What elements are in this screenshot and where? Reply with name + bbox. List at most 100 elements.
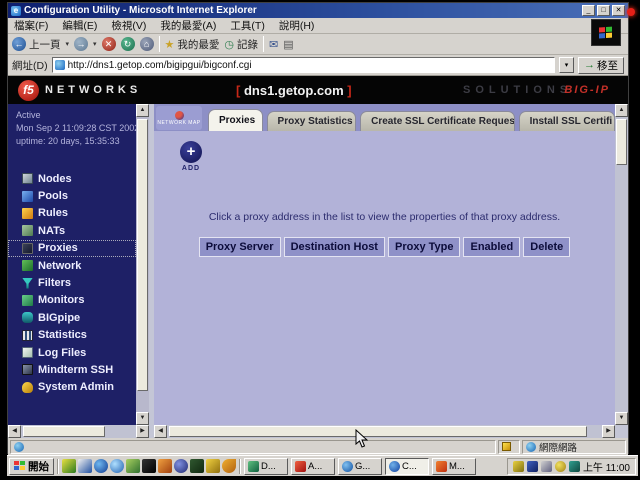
scroll-right-arrow[interactable]: ▶ xyxy=(602,425,615,438)
scrollbar-thumb[interactable] xyxy=(137,119,148,391)
history-button[interactable]: ◷ 記錄 xyxy=(224,37,258,52)
scroll-down-arrow[interactable]: ▼ xyxy=(615,412,628,425)
column-proxy-server[interactable]: Proxy Server xyxy=(199,237,281,257)
scroll-up-arrow[interactable]: ▲ xyxy=(136,104,149,117)
sidebar-item-network[interactable]: Network xyxy=(8,257,136,274)
network-map-button[interactable]: NETWORK MAP xyxy=(156,106,202,130)
stop-button[interactable]: ✕ xyxy=(102,37,116,51)
sidebar-item-rules[interactable]: Rules xyxy=(8,205,136,222)
favorites-button[interactable]: ★ 我的最愛 xyxy=(165,37,220,52)
scrollbar-thumb[interactable] xyxy=(616,119,627,165)
home-button[interactable]: ⌂ xyxy=(140,37,154,51)
task-button-2[interactable]: A... xyxy=(291,458,335,475)
tab-proxy-statistics[interactable]: Proxy Statistics xyxy=(267,111,357,131)
address-dropdown[interactable]: ▾ xyxy=(559,57,574,73)
mail-button[interactable]: ✉ xyxy=(269,38,278,51)
system-tray: 上午 11:00 xyxy=(507,458,636,475)
quick-launch-icon[interactable] xyxy=(222,459,236,473)
start-button[interactable]: 開始 xyxy=(9,458,54,475)
scrollbar-thumb[interactable] xyxy=(23,426,105,437)
browser-window: e Configuration Utility - Microsoft Inte… xyxy=(7,2,629,454)
proxy-table-header: Proxy Server Destination Host Proxy Type… xyxy=(154,237,615,257)
column-enabled[interactable]: Enabled xyxy=(463,237,520,257)
tray-icon[interactable] xyxy=(555,461,566,472)
sidebar-vertical-scrollbar[interactable]: ▲ ▼ xyxy=(136,104,149,425)
forward-dropdown[interactable]: ▾ xyxy=(93,40,97,48)
f5-header: f5 NETWORKS [ dns1.getop.com ] SOLUTIONS… xyxy=(8,76,628,104)
quick-launch-icon[interactable] xyxy=(206,459,220,473)
scroll-up-arrow[interactable]: ▲ xyxy=(615,104,628,117)
tab-create-ssl-certificate-request[interactable]: Create SSL Certificate Request xyxy=(360,111,514,131)
quick-launch-icon[interactable] xyxy=(142,459,156,473)
sidebar-item-pools[interactable]: Pools xyxy=(8,187,136,204)
tray-icon[interactable] xyxy=(513,461,524,472)
sidebar-item-log-files[interactable]: Log Files xyxy=(8,344,136,361)
minimize-button[interactable]: _ xyxy=(582,5,595,16)
close-button[interactable]: ✕ xyxy=(612,5,625,16)
back-dropdown[interactable]: ▾ xyxy=(66,40,70,48)
column-delete[interactable]: Delete xyxy=(523,237,570,257)
tray-icon[interactable] xyxy=(527,461,538,472)
record-indicator-dot xyxy=(627,8,635,16)
task-button-4-active[interactable]: C... xyxy=(385,458,429,475)
quick-launch-icon[interactable] xyxy=(174,459,188,473)
quick-launch-icon[interactable] xyxy=(78,459,92,473)
quick-launch-icon[interactable] xyxy=(94,459,108,473)
sidebar-item-monitors[interactable]: Monitors xyxy=(8,292,136,309)
tray-icon[interactable] xyxy=(541,461,552,472)
maximize-button[interactable]: □ xyxy=(597,5,610,16)
task-icon xyxy=(389,461,400,472)
main-vertical-scrollbar[interactable]: ▲ ▼ xyxy=(615,104,628,425)
app-area: Active Mon Sep 2 11:09:28 CST 2002 uptim… xyxy=(8,104,628,438)
address-input[interactable]: http://dns1.getop.com/bigipgui/bigconf.c… xyxy=(52,57,555,73)
sidebar-item-mindterm-ssh[interactable]: Mindterm SSH xyxy=(8,361,136,378)
quick-launch-icon[interactable] xyxy=(110,459,124,473)
column-destination-host[interactable]: Destination Host xyxy=(284,237,385,257)
sidebar-item-nats[interactable]: NATs xyxy=(8,222,136,239)
sidebar-item-statistics[interactable]: Statistics xyxy=(8,327,136,344)
address-bar: 網址(D) http://dns1.getop.com/bigipgui/big… xyxy=(8,55,628,76)
task-icon xyxy=(436,461,447,472)
sidebar-item-nodes[interactable]: Nodes xyxy=(8,170,136,187)
back-button[interactable]: ← 上一頁 xyxy=(12,37,61,52)
scroll-left-arrow[interactable]: ◀ xyxy=(8,425,21,438)
scrollbar-thumb[interactable] xyxy=(169,426,587,437)
scroll-down-arrow[interactable]: ▼ xyxy=(136,412,149,425)
solutions-watermark: SOLUTIONS xyxy=(463,84,572,96)
menu-favorites[interactable]: 我的最愛(A) xyxy=(160,18,216,33)
task-button-5[interactable]: M... xyxy=(432,458,476,475)
menu-file[interactable]: 檔案(F) xyxy=(14,18,48,33)
back-icon: ← xyxy=(12,37,26,51)
tray-icon[interactable] xyxy=(569,461,580,472)
document-done-icon xyxy=(14,442,24,452)
column-proxy-type[interactable]: Proxy Type xyxy=(388,237,461,257)
quick-launch-icon[interactable] xyxy=(158,459,172,473)
zone-label: 網際網路 xyxy=(539,440,577,454)
tab-proxies[interactable]: Proxies xyxy=(208,109,263,131)
quick-launch-icon[interactable] xyxy=(62,459,76,473)
quick-launch-icon[interactable] xyxy=(190,459,204,473)
go-button[interactable]: → 移至 xyxy=(578,57,624,74)
sidebar-item-bigpipe[interactable]: BIGpipe xyxy=(8,309,136,326)
task-button-3[interactable]: G... xyxy=(338,458,382,475)
sidebar-item-proxies[interactable]: Proxies xyxy=(8,240,136,257)
system-admin-icon xyxy=(22,382,33,393)
print-button[interactable]: ▤ xyxy=(283,38,293,51)
menu-edit[interactable]: 編輯(E) xyxy=(62,18,97,33)
refresh-button[interactable]: ↻ xyxy=(121,37,135,51)
scroll-right-arrow[interactable]: ▶ xyxy=(136,425,149,438)
sidebar-item-filters[interactable]: Filters xyxy=(8,274,136,291)
scroll-left-arrow[interactable]: ◀ xyxy=(154,425,167,438)
forward-button[interactable]: → xyxy=(74,37,88,51)
sidebar-horizontal-scrollbar[interactable]: ◀ ▶ xyxy=(8,425,149,438)
main-horizontal-scrollbar[interactable]: ◀ ▶ xyxy=(154,425,615,438)
title-bar[interactable]: e Configuration Utility - Microsoft Inte… xyxy=(8,3,628,18)
menu-help[interactable]: 說明(H) xyxy=(279,18,315,33)
add-proxy-button[interactable]: + ADD xyxy=(176,141,206,172)
menu-view[interactable]: 檢視(V) xyxy=(111,18,146,33)
sidebar-item-system-admin[interactable]: System Admin xyxy=(8,379,136,396)
task-button-1[interactable]: D... xyxy=(244,458,288,475)
menu-tools[interactable]: 工具(T) xyxy=(230,18,264,33)
quick-launch-icon[interactable] xyxy=(126,459,140,473)
tab-install-ssl-certificate[interactable]: Install SSL Certifi xyxy=(519,111,615,131)
